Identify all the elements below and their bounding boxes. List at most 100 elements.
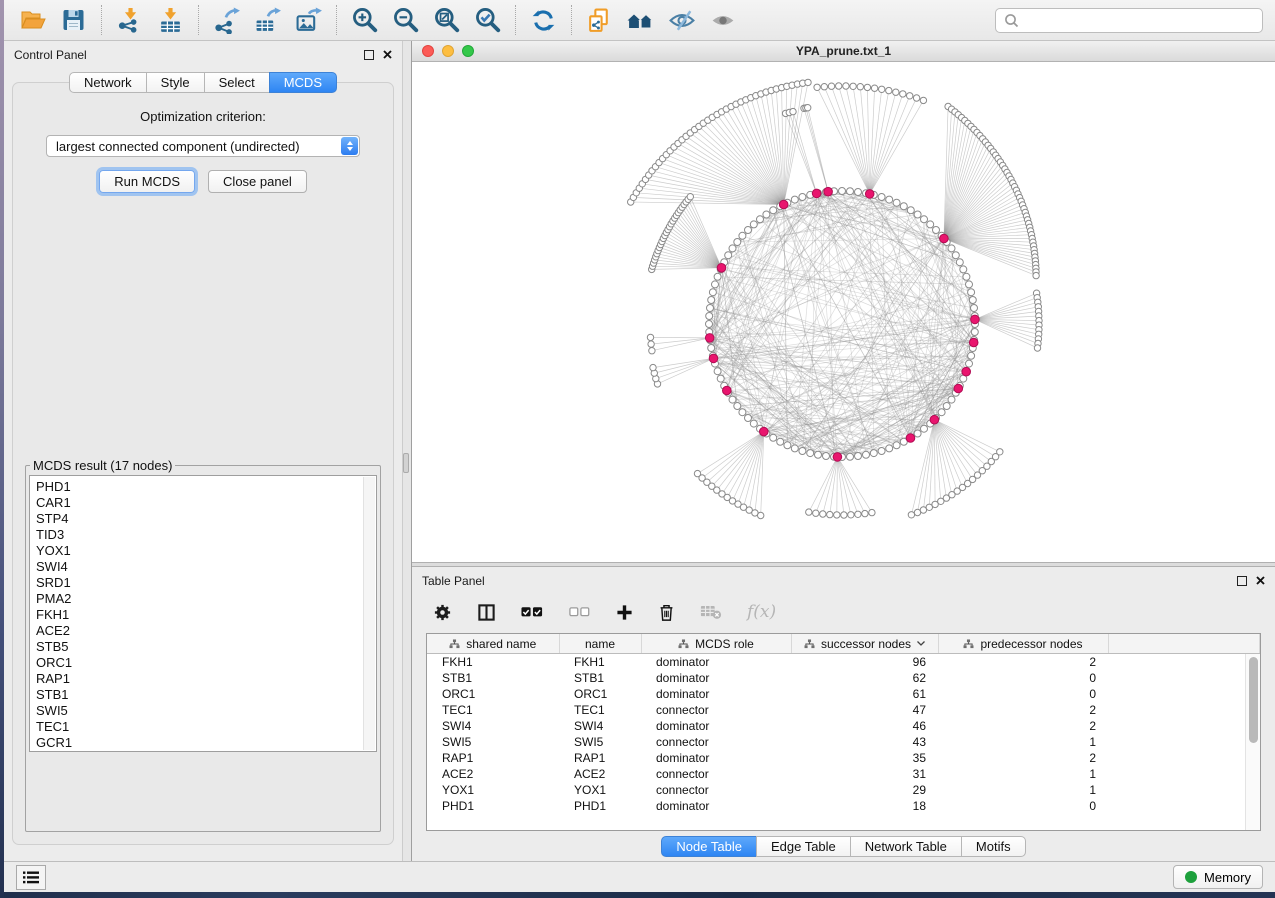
mcds-tab-content: Optimization criterion: largest connecte… xyxy=(12,82,394,845)
result-list-scrollbar[interactable] xyxy=(363,477,375,750)
tab-mcds[interactable]: MCDS xyxy=(269,72,337,93)
table-row[interactable]: ACE2ACE2connector311 xyxy=(427,766,1260,782)
result-node[interactable]: TID3 xyxy=(36,527,376,543)
memory-button[interactable]: Memory xyxy=(1173,865,1263,889)
close-panel-icon[interactable] xyxy=(383,50,392,59)
close-table-panel-icon[interactable] xyxy=(1256,576,1265,585)
zoom-fit-button[interactable] xyxy=(426,3,467,37)
show-panels-button[interactable] xyxy=(16,865,46,890)
column-header-name[interactable]: name xyxy=(559,634,641,654)
column-header-predecessor-nodes[interactable]: predecessor nodes xyxy=(938,634,1108,654)
table-row[interactable]: TEC1TEC1connector472 xyxy=(427,702,1260,718)
maximize-window-icon[interactable] xyxy=(462,45,474,57)
float-table-panel-icon[interactable] xyxy=(1237,576,1247,586)
zoom-out-icon xyxy=(392,6,420,34)
eye-slash-icon xyxy=(668,7,696,34)
function-builder-button[interactable]: f(x) xyxy=(747,602,776,622)
result-node[interactable]: PHD1 xyxy=(36,479,376,495)
zoom-fit-icon xyxy=(433,6,461,34)
result-node[interactable]: CAR1 xyxy=(36,495,376,511)
list-icon xyxy=(23,871,39,884)
sort-chevron-icon xyxy=(917,641,925,646)
table-row[interactable]: FKH1FKH1dominator962 xyxy=(427,654,1260,671)
run-mcds-button[interactable]: Run MCDS xyxy=(99,170,195,193)
save-session-button[interactable] xyxy=(53,3,94,37)
zoom-out-button[interactable] xyxy=(385,3,426,37)
tab-node-table[interactable]: Node Table xyxy=(661,836,757,857)
tab-select[interactable]: Select xyxy=(204,72,270,93)
search-input[interactable] xyxy=(1025,12,1254,29)
open-session-button[interactable] xyxy=(12,3,53,37)
first-neighbors-icon-button[interactable] xyxy=(620,3,661,37)
tab-edge-table[interactable]: Edge Table xyxy=(756,836,851,857)
zoom-selected-button[interactable] xyxy=(467,3,508,37)
vertical-splitter[interactable] xyxy=(402,41,412,861)
select-all-button[interactable] xyxy=(521,606,544,618)
shared-column-icon xyxy=(804,639,815,649)
table-row[interactable]: ORC1ORC1dominator610 xyxy=(427,686,1260,702)
result-node[interactable]: YOX1 xyxy=(36,543,376,559)
table-row[interactable]: STB1STB1dominator620 xyxy=(427,670,1260,686)
show-column-button[interactable] xyxy=(477,603,496,622)
delete-column-button[interactable] xyxy=(658,603,675,622)
result-node[interactable]: PMA2 xyxy=(36,591,376,607)
deselect-all-button[interactable] xyxy=(569,606,591,618)
node-table-body: FKH1FKH1dominator962STB1STB1dominator620… xyxy=(427,654,1260,815)
copy-style-button[interactable] xyxy=(579,3,620,37)
import-table-button[interactable] xyxy=(150,3,191,37)
column-header-shared-name[interactable]: shared name xyxy=(427,634,559,654)
tab-network-table[interactable]: Network Table xyxy=(850,836,962,857)
delete-table-button[interactable] xyxy=(700,604,722,620)
table-scrollbar-thumb[interactable] xyxy=(1249,657,1258,743)
import-network-button[interactable] xyxy=(109,3,150,37)
mcds-result-list: PHD1CAR1STP4TID3YOX1SWI4SRD1PMA2FKH1ACE2… xyxy=(29,475,377,752)
result-node[interactable]: ORC1 xyxy=(36,655,376,671)
result-node[interactable]: STP4 xyxy=(36,511,376,527)
export-network-button[interactable] xyxy=(206,3,247,37)
main-area: Control Panel NetworkStyleSelectMCDS Opt… xyxy=(4,41,1275,861)
column-header-successor-nodes[interactable]: successor nodes xyxy=(791,634,938,654)
tab-motifs[interactable]: Motifs xyxy=(961,836,1026,857)
result-node[interactable]: STB1 xyxy=(36,687,376,703)
close-panel-button[interactable]: Close panel xyxy=(208,170,307,193)
table-row[interactable]: SWI5SWI5connector431 xyxy=(427,734,1260,750)
table-settings-button[interactable] xyxy=(433,603,452,622)
table-scrollbar[interactable] xyxy=(1245,654,1260,830)
export-image-button[interactable] xyxy=(288,3,329,37)
table-row[interactable]: RAP1RAP1dominator352 xyxy=(427,750,1260,766)
checked-boxes-icon xyxy=(521,606,544,618)
table-row[interactable]: PHD1PHD1dominator180 xyxy=(427,798,1260,814)
result-node[interactable]: ACE2 xyxy=(36,623,376,639)
float-panel-icon[interactable] xyxy=(364,50,374,60)
result-node[interactable]: SRD1 xyxy=(36,575,376,591)
tab-style[interactable]: Style xyxy=(146,72,205,93)
result-node[interactable]: SWI4 xyxy=(36,559,376,575)
network-canvas[interactable] xyxy=(412,62,1275,562)
result-node[interactable]: SWI5 xyxy=(36,703,376,719)
minimize-window-icon[interactable] xyxy=(442,45,454,57)
show-all-button[interactable] xyxy=(702,3,743,37)
refresh-button[interactable] xyxy=(523,3,564,37)
result-node[interactable]: TEC1 xyxy=(36,719,376,735)
hide-selected-button[interactable] xyxy=(661,3,702,37)
table-row[interactable]: YOX1YOX1connector291 xyxy=(427,782,1260,798)
close-window-icon[interactable] xyxy=(422,45,434,57)
result-node[interactable]: FKH1 xyxy=(36,607,376,623)
control-panel-title: Control Panel xyxy=(14,48,87,62)
column-header-mcds-role[interactable]: MCDS role xyxy=(641,634,791,654)
control-panel: Control Panel NetworkStyleSelectMCDS Opt… xyxy=(4,41,402,861)
network-window-titlebar[interactable]: YPA_prune.txt_1 xyxy=(412,41,1275,62)
status-bar: Memory xyxy=(4,861,1275,892)
export-table-button[interactable] xyxy=(247,3,288,37)
criterion-select[interactable]: largest connected component (undirected) xyxy=(46,135,360,157)
add-column-button[interactable] xyxy=(616,604,633,621)
result-node[interactable]: STB5 xyxy=(36,639,376,655)
result-node[interactable]: GCR1 xyxy=(36,735,376,751)
result-node[interactable]: RAP1 xyxy=(36,671,376,687)
tab-network[interactable]: Network xyxy=(69,72,147,93)
houses-icon xyxy=(626,7,655,33)
table-row[interactable]: SWI4SWI4dominator462 xyxy=(427,718,1260,734)
table-panel-title: Table Panel xyxy=(422,574,485,588)
zoom-in-button[interactable] xyxy=(344,3,385,37)
splitter-grip[interactable] xyxy=(403,453,409,473)
